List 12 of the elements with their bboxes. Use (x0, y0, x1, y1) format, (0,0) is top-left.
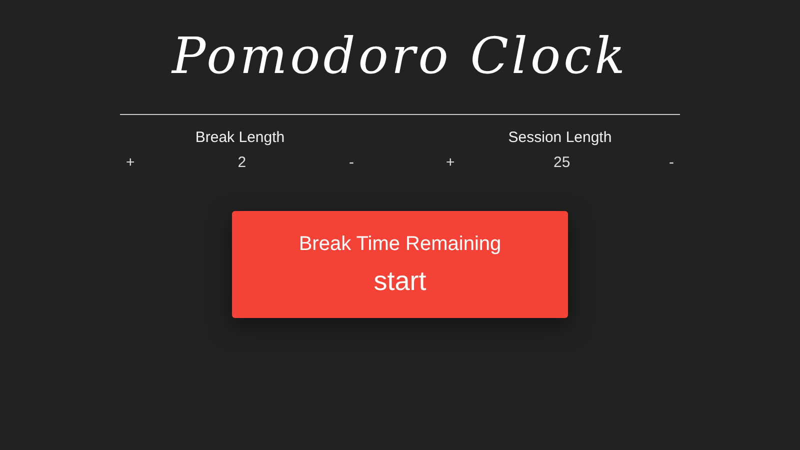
decrement-button[interactable]: - (342, 154, 360, 171)
timer-button[interactable]: Break Time Remaining start (232, 211, 568, 318)
increment-button[interactable]: + (440, 154, 461, 171)
timer-label: Break Time Remaining (298, 232, 502, 256)
setting-label: Session Length (508, 129, 612, 146)
decrement-button[interactable]: - (662, 154, 680, 171)
setting-value: 2 (238, 154, 246, 171)
setting-label: Break Length (195, 129, 285, 146)
setting-value: 25 (554, 154, 570, 171)
timer-display: start (374, 266, 426, 296)
increment-button[interactable]: + (120, 154, 141, 171)
app-title: Pomodoro Clock (172, 26, 628, 87)
